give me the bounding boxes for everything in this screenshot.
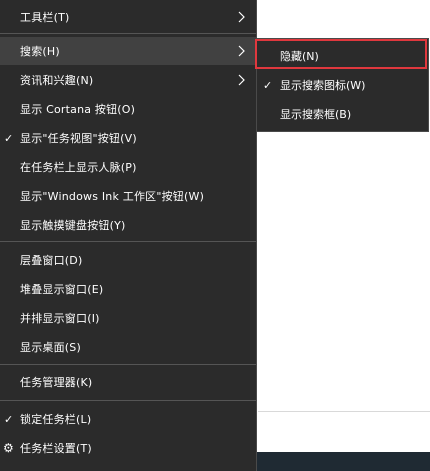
menu-item-label: 搜索(H) <box>20 45 60 58</box>
menu-item-news-interests[interactable]: 资讯和兴趣(N) <box>0 66 256 94</box>
menu-item-show-touch-keyboard[interactable]: 显示触摸键盘按钮(Y) <box>0 211 256 239</box>
menu-item-label: 堆叠显示窗口(E) <box>20 283 104 296</box>
menu-item-label: 显示桌面(S) <box>20 341 81 354</box>
menu-item-show-ink-workspace[interactable]: 显示"Windows Ink 工作区"按钮(W) <box>0 182 256 210</box>
submenu-item-show-search-box[interactable]: 显示搜索框(B) <box>257 100 428 128</box>
menu-item-label: 显示"任务视图"按钮(V) <box>20 132 137 145</box>
menu-separator <box>0 400 256 401</box>
highlight-box <box>255 39 427 69</box>
menu-item-side-by-side[interactable]: 并排显示窗口(I) <box>0 304 256 332</box>
checkmark-icon: ✓ <box>263 78 273 92</box>
gear-icon: ⚙ <box>3 441 14 455</box>
submenu-item-show-search-icon[interactable]: ✓ 显示搜索图标(W) <box>257 71 428 99</box>
menu-item-lock-taskbar[interactable]: ✓ 锁定任务栏(L) <box>0 405 256 433</box>
chevron-right-icon <box>238 74 245 86</box>
chevron-right-icon <box>238 11 245 23</box>
menu-item-label: 显示"Windows Ink 工作区"按钮(W) <box>20 190 205 203</box>
menu-item-show-people[interactable]: 在任务栏上显示人脉(P) <box>0 153 256 181</box>
menu-item-label: 显示触摸键盘按钮(Y) <box>20 219 126 232</box>
menu-separator <box>0 33 256 34</box>
menu-item-label: 层叠窗口(D) <box>20 254 83 267</box>
menu-item-stack-windows[interactable]: 堆叠显示窗口(E) <box>0 275 256 303</box>
menu-separator <box>0 241 256 242</box>
menu-item-label: 任务栏设置(T) <box>20 442 92 455</box>
window-edge-line <box>258 411 430 412</box>
submenu-item-label: 显示搜索框(B) <box>280 108 352 121</box>
menu-item-task-manager[interactable]: 任务管理器(K) <box>0 368 256 396</box>
menu-item-label: 工具栏(T) <box>20 11 70 24</box>
checkmark-icon: ✓ <box>4 131 14 145</box>
menu-item-taskbar-settings[interactable]: ⚙ 任务栏设置(T) <box>0 434 256 462</box>
menu-item-show-desktop[interactable]: 显示桌面(S) <box>0 333 256 361</box>
menu-item-toolbars[interactable]: 工具栏(T) <box>0 3 256 31</box>
menu-item-label: 资讯和兴趣(N) <box>20 74 94 87</box>
menu-item-label: 任务管理器(K) <box>20 376 93 389</box>
menu-item-search[interactable]: 搜索(H) <box>0 37 256 65</box>
submenu-item-label: 显示搜索图标(W) <box>280 79 366 92</box>
taskbar-context-menu: 工具栏(T) 搜索(H) 资讯和兴趣(N) 显示 Cortana 按钮(O) ✓… <box>0 0 257 471</box>
checkmark-icon: ✓ <box>4 412 14 426</box>
menu-item-label: 在任务栏上显示人脉(P) <box>20 161 137 174</box>
menu-item-show-task-view[interactable]: ✓ 显示"任务视图"按钮(V) <box>0 124 256 152</box>
menu-item-label: 显示 Cortana 按钮(O) <box>20 103 136 116</box>
menu-item-label: 锁定任务栏(L) <box>20 413 92 426</box>
menu-item-label: 并排显示窗口(I) <box>20 312 100 325</box>
menu-item-show-cortana[interactable]: 显示 Cortana 按钮(O) <box>0 95 256 123</box>
menu-item-cascade-windows[interactable]: 层叠窗口(D) <box>0 246 256 274</box>
chevron-right-icon <box>238 45 245 57</box>
menu-separator <box>0 364 256 365</box>
